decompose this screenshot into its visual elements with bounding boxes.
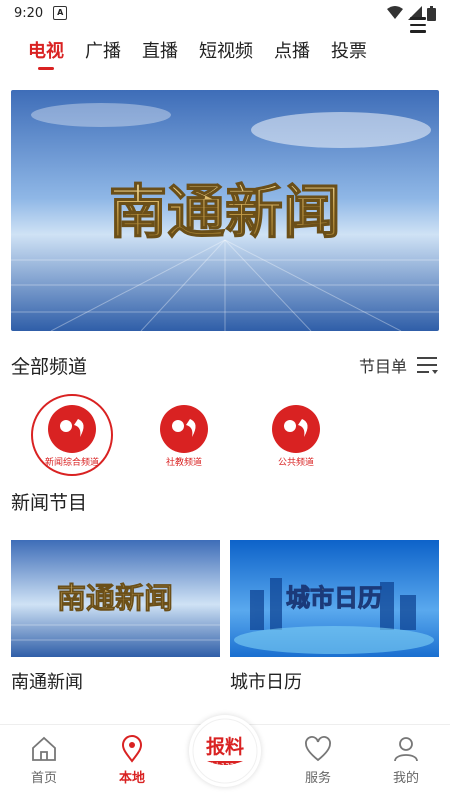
report-label: 报料 bbox=[206, 735, 244, 758]
program-list: 南通新闻 南通新闻 城市日历 城市日历 bbox=[11, 540, 439, 694]
nav-profile[interactable]: 我的 bbox=[371, 725, 441, 786]
notification-icon: A bbox=[53, 6, 68, 20]
nav-service[interactable]: 服务 bbox=[283, 725, 353, 786]
channel-news[interactable]: 新闻综合频道 bbox=[30, 393, 114, 477]
battery-icon bbox=[427, 5, 436, 21]
tab-vote[interactable]: 投票 bbox=[331, 26, 367, 78]
program-thumb-text: 城市日历 bbox=[286, 584, 382, 612]
channel-public[interactable]: 公共频道 bbox=[254, 393, 338, 477]
channel-education-label: 社教频道 bbox=[166, 456, 202, 468]
report-button[interactable]: 报料 掌上12345 bbox=[189, 715, 261, 787]
programs-header: 新闻节目 bbox=[11, 486, 439, 516]
wifi-icon bbox=[387, 6, 403, 19]
channel-public-label: 公共频道 bbox=[278, 456, 314, 468]
menu-icon[interactable] bbox=[410, 17, 426, 33]
program-card[interactable]: 城市日历 城市日历 bbox=[230, 540, 439, 694]
program-thumbnail: 南通新闻 bbox=[11, 540, 220, 657]
banner-title: 南通新闻 bbox=[109, 178, 341, 246]
schedule-label: 节目单 bbox=[358, 357, 407, 376]
top-tabs: 电视 广播 直播 短视频 点播 投票 bbox=[0, 26, 450, 78]
nav-home-label: 首页 bbox=[30, 771, 57, 786]
program-thumbnail: 城市日历 bbox=[230, 540, 439, 657]
location-icon bbox=[121, 735, 143, 763]
channel-news-label: 新闻综合频道 bbox=[45, 456, 99, 468]
nav-home[interactable]: 首页 bbox=[9, 725, 79, 786]
tab-short-video[interactable]: 短视频 bbox=[199, 26, 253, 78]
featured-banner[interactable]: 南通新闻 bbox=[11, 90, 439, 331]
channels-title: 全部频道 bbox=[11, 355, 88, 378]
heart-icon bbox=[305, 736, 331, 762]
program-thumb-text: 南通新闻 bbox=[57, 581, 173, 615]
programs-title: 新闻节目 bbox=[11, 491, 88, 514]
program-card[interactable]: 南通新闻 南通新闻 bbox=[11, 540, 220, 694]
tab-tv[interactable]: 电视 bbox=[28, 26, 64, 78]
tab-vod[interactable]: 点播 bbox=[274, 26, 310, 78]
nav-local[interactable]: 本地 bbox=[97, 725, 167, 786]
schedule-button[interactable]: 节目单 bbox=[359, 353, 439, 377]
tab-live[interactable]: 直播 bbox=[142, 26, 178, 78]
report-hotline: 掌上12345 bbox=[207, 761, 243, 770]
program-title: 南通新闻 bbox=[11, 672, 83, 693]
nav-profile-label: 我的 bbox=[392, 771, 419, 786]
list-filter-icon bbox=[417, 357, 438, 374]
program-title: 城市日历 bbox=[230, 672, 302, 693]
home-icon bbox=[32, 736, 56, 761]
nav-service-label: 服务 bbox=[304, 771, 331, 786]
channels-header: 全部频道 节目单 bbox=[11, 350, 439, 380]
user-icon bbox=[394, 737, 418, 762]
tab-radio[interactable]: 广播 bbox=[85, 26, 121, 78]
nav-local-label: 本地 bbox=[118, 771, 145, 786]
status-time: 9:20 bbox=[14, 5, 44, 21]
channel-education[interactable]: 社教频道 bbox=[142, 393, 226, 477]
channel-list: 新闻综合频道 社教频道 公共频道 bbox=[30, 393, 338, 477]
status-bar: 9:20 A bbox=[0, 0, 450, 26]
